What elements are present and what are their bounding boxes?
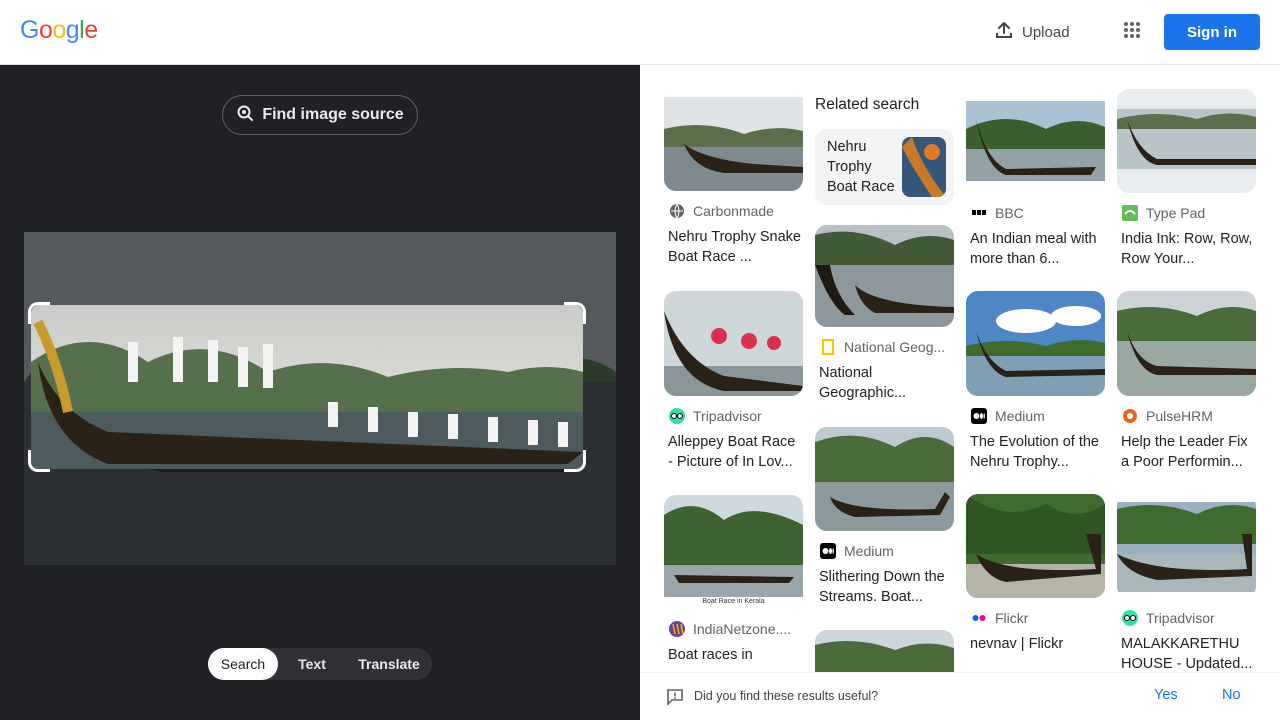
pulsehrm-icon	[1122, 408, 1138, 424]
apps-grid-icon	[1123, 21, 1141, 44]
result-card[interactable]: Tripadvisor Alleppey Boat Race - Picture…	[664, 291, 803, 472]
related-search-thumbnail	[902, 137, 946, 197]
related-search-heading: Related search	[815, 96, 920, 113]
crop-selection[interactable]	[28, 302, 586, 472]
tripadvisor-icon	[669, 408, 685, 424]
result-card[interactable]: BBC An Indian meal with more than 6...	[966, 89, 1105, 269]
result-title[interactable]: Help the Leader Fix a Poor Performin...	[1121, 432, 1256, 472]
indianetzone-icon	[669, 621, 685, 637]
mode-tabs: Search Text Translate	[208, 648, 432, 680]
typepad-icon	[1122, 205, 1138, 221]
result-title[interactable]: nevnav | Flickr	[970, 634, 1105, 654]
result-source: Flickr	[995, 610, 1029, 626]
result-title[interactable]: Nehru Trophy Snake Boat Race ...	[668, 227, 803, 267]
thumbnail-caption: Boat Race in Kerala	[702, 598, 765, 605]
tab-search[interactable]: Search	[208, 648, 278, 680]
query-panel: Find image source Search Text Translate	[0, 65, 640, 720]
results-panel: Carbonmade Nehru Trophy Snake Boat Race …	[640, 65, 1280, 672]
upload-icon	[994, 20, 1014, 44]
result-card[interactable]: National Geog... National Geographic...	[815, 225, 954, 403]
lens-search-icon	[236, 104, 254, 127]
result-title[interactable]: The Evolution of the Nehru Trophy...	[970, 432, 1105, 472]
sign-in-button[interactable]: Sign in	[1164, 14, 1260, 50]
flickr-icon	[971, 610, 987, 626]
result-card[interactable]: Type Pad India Ink: Row, Row, Row Your..…	[1117, 89, 1256, 269]
medium-icon	[820, 543, 836, 559]
find-image-source-button[interactable]: Find image source	[222, 95, 418, 135]
result-title[interactable]: National Geographic...	[819, 363, 954, 403]
google-logo[interactable]: Google	[20, 16, 98, 45]
result-source: National Geog...	[844, 339, 946, 355]
medium-icon	[971, 408, 987, 424]
logo-letter: G	[20, 16, 39, 44]
result-source: Medium	[844, 543, 894, 559]
result-thumbnail[interactable]	[664, 89, 803, 191]
result-card[interactable]: Flickr nevnav | Flickr	[966, 494, 1105, 654]
upload-button[interactable]: Upload	[984, 14, 1076, 50]
logo-letter: g	[65, 16, 80, 44]
result-source: Tripadvisor	[693, 408, 762, 424]
result-thumbnail[interactable]	[1117, 494, 1256, 598]
logo-letter: o	[38, 16, 53, 44]
result-card[interactable]: Tripadvisor MALAKKARETHU HOUSE - Updated…	[1117, 494, 1256, 672]
apps-button[interactable]	[1114, 14, 1150, 50]
result-card[interactable]: Boat Race in Kerala IndiaNetzone.... Boa…	[664, 495, 803, 665]
crop-handle-bottom-left[interactable]	[28, 450, 50, 472]
result-title[interactable]: Alleppey Boat Race - Picture of In Lov..…	[668, 432, 803, 472]
result-card[interactable]: Medium The Evolution of the Nehru Trophy…	[966, 291, 1105, 472]
result-thumbnail[interactable]: Boat Race in Kerala	[664, 495, 803, 609]
result-source: Medium	[995, 408, 1045, 424]
result-thumbnail[interactable]	[966, 494, 1105, 598]
result-thumbnail[interactable]	[1117, 291, 1256, 396]
feedback-bar: Did you find these results useful? Yes N…	[640, 672, 1280, 720]
related-search-text: Nehru Trophy Boat Race	[827, 139, 895, 195]
result-thumbnail[interactable]	[815, 630, 954, 672]
result-title[interactable]: An Indian meal with more than 6...	[970, 229, 1105, 269]
tab-translate[interactable]: Translate	[346, 648, 432, 680]
result-title[interactable]: MALAKKARETHU HOUSE - Updated...	[1121, 634, 1256, 672]
tab-text[interactable]: Text	[278, 648, 346, 680]
logo-letter: o	[52, 16, 66, 44]
result-source: PulseHRM	[1146, 408, 1213, 424]
result-source: Tripadvisor	[1146, 610, 1215, 626]
result-source: IndiaNetzone....	[693, 621, 792, 637]
result-card[interactable]	[815, 630, 954, 672]
crop-handle-top-right[interactable]	[564, 302, 586, 324]
result-thumbnail[interactable]	[966, 291, 1105, 396]
feedback-yes-button[interactable]: Yes	[1154, 687, 1178, 703]
natgeo-icon	[820, 339, 836, 355]
result-card[interactable]: Carbonmade Nehru Trophy Snake Boat Race …	[664, 89, 803, 267]
result-source: Carbonmade	[693, 203, 774, 219]
result-card[interactable]: Medium Slithering Down the Streams. Boat…	[815, 427, 954, 607]
result-card[interactable]: PulseHRM Help the Leader Fix a Poor Perf…	[1117, 291, 1256, 472]
result-thumbnail[interactable]	[1117, 89, 1256, 193]
result-thumbnail[interactable]	[815, 427, 954, 531]
result-thumbnail[interactable]	[815, 225, 954, 327]
feedback-no-button[interactable]: No	[1222, 687, 1241, 703]
bbc-icon	[971, 205, 987, 221]
upload-label: Upload	[1022, 23, 1070, 41]
result-title[interactable]: India Ink: Row, Row, Row Your...	[1121, 229, 1256, 269]
result-thumbnail[interactable]	[664, 291, 803, 396]
feedback-question: Did you find these results useful?	[694, 689, 879, 703]
header: Google Upload Sign in	[0, 0, 1280, 65]
crop-handle-top-left[interactable]	[28, 302, 50, 324]
logo-letter: e	[84, 16, 98, 44]
find-image-source-label: Find image source	[262, 106, 404, 123]
result-title[interactable]: Slithering Down the Streams. Boat...	[819, 567, 954, 607]
globe-icon	[669, 203, 685, 219]
result-title[interactable]: Boat races in	[668, 645, 803, 665]
tripadvisor-icon	[1122, 610, 1138, 626]
result-source: BBC	[995, 205, 1024, 221]
result-source: Type Pad	[1146, 205, 1206, 221]
feedback-icon	[666, 688, 684, 711]
crop-handle-bottom-right[interactable]	[564, 450, 586, 472]
result-thumbnail[interactable]	[966, 89, 1105, 193]
related-search-card[interactable]: Nehru Trophy Boat Race	[815, 129, 954, 205]
